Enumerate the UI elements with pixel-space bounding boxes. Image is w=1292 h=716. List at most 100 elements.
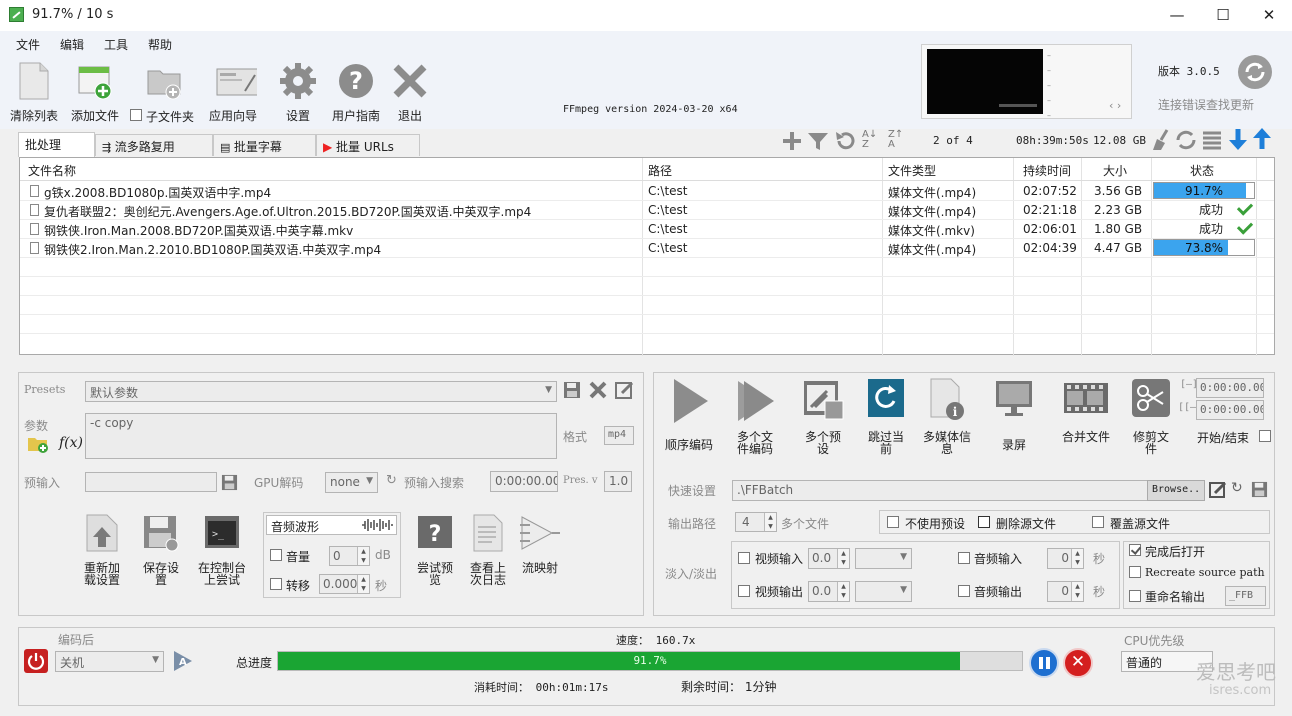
row1-name[interactable]: 复仇者联盟2：奥创纪元.Avengers.Age.of.Ultron.2015.…	[44, 203, 639, 220]
multi-count-spinner[interactable]: 4 ▲ ▼	[735, 512, 777, 532]
format-input[interactable]: mp4	[604, 426, 634, 445]
reload-settings-button[interactable]: 重新加载设置	[80, 513, 124, 586]
reload-search-icon[interactable]: ↻	[386, 473, 397, 488]
tab-urls[interactable]: ▶ 批量 URLs	[316, 134, 420, 156]
header-status[interactable]: 状态	[1190, 162, 1214, 179]
volume-checkbox[interactable]	[270, 549, 282, 561]
subfolder-checkbox[interactable]	[130, 109, 142, 121]
header-size[interactable]: 大小	[1103, 162, 1127, 179]
add-folder-param-icon[interactable]	[27, 435, 49, 453]
sort-az-icon[interactable]: A↓ Z	[862, 130, 877, 150]
preinput-field[interactable]	[85, 472, 217, 492]
presets-dropdown[interactable]: 默认参数 ▼	[85, 381, 557, 402]
undo-icon[interactable]	[833, 130, 857, 152]
refresh-icon[interactable]	[1174, 128, 1198, 152]
trim-file-button[interactable]: 修剪文件	[1129, 377, 1173, 455]
power-icon[interactable]	[24, 649, 48, 673]
video-out-checkbox[interactable]	[738, 585, 750, 597]
delete-preset-icon[interactable]	[589, 381, 607, 399]
preview-nav[interactable]: ‹ ›	[1109, 99, 1121, 112]
stream-map-button[interactable]: 流映射	[518, 513, 562, 574]
multi-encode-button[interactable]: 多个文件编码	[732, 377, 778, 455]
menu-file[interactable]: 文件	[16, 36, 40, 53]
save-preinput-icon[interactable]	[221, 474, 238, 491]
save-path-icon[interactable]	[1251, 481, 1268, 498]
multi-preset-button[interactable]: 多个预设	[800, 377, 846, 455]
move-up-icon[interactable]	[1251, 127, 1273, 151]
audio-in-checkbox[interactable]	[958, 552, 970, 564]
video-out-spinner[interactable]: 0.0 ▲ ▼	[808, 581, 850, 602]
media-info-button[interactable]: i 多媒体信息	[921, 377, 973, 455]
sequential-encode-button[interactable]: 顺序编码	[661, 377, 717, 451]
params-input[interactable]: -c copy	[85, 413, 557, 459]
output-dir-input[interactable]: .\FFBatch	[732, 480, 1148, 501]
audio-waveform-button[interactable]: 音频波形	[266, 515, 397, 535]
row0-name[interactable]: g铁x.2008.BD1080p.国英双语中字.mp4	[44, 184, 639, 201]
edit-path-icon[interactable]	[1209, 481, 1227, 499]
file-table[interactable]: 文件名称 路径 文件类型 持续时间 大小 状态 g铁x.2008.BD1080p…	[19, 157, 1275, 356]
last-log-button[interactable]: 查看上次日志	[467, 513, 509, 586]
rename-output-checkbox[interactable]	[1129, 590, 1141, 602]
header-type[interactable]: 文件类型	[888, 162, 936, 179]
edit-preset-icon[interactable]	[615, 380, 635, 400]
row2-name[interactable]: 钢铁侠.Iron.Man.2008.BD720P.国英双语.中英字幕.mkv	[44, 222, 639, 239]
audio-in-spinner[interactable]: 0 ▲ ▼	[1047, 548, 1084, 569]
maximize-button[interactable]: ☐	[1200, 0, 1246, 31]
delete-source-checkbox[interactable]	[978, 516, 990, 528]
audio-out-spinner[interactable]: 0 ▲ ▼	[1047, 581, 1084, 602]
close-button[interactable]: ✕	[1246, 0, 1292, 31]
rename-suffix-input[interactable]: _FFB	[1225, 586, 1266, 606]
auto-icon[interactable]: A	[170, 649, 194, 673]
trim-end-input[interactable]: 0:00:00.000	[1196, 400, 1264, 420]
pres-input[interactable]: 1.0	[604, 471, 632, 492]
save-preset-icon[interactable]	[563, 381, 581, 399]
header-path[interactable]: 路径	[648, 162, 672, 179]
stop-button[interactable]: ✕	[1063, 648, 1093, 678]
header-filename[interactable]: 文件名称	[28, 162, 76, 179]
video-in-spinner[interactable]: 0.0 ▲ ▼	[808, 548, 850, 569]
exit-button[interactable]: 退出	[378, 57, 442, 127]
skip-current-button[interactable]: 跳过当前	[864, 377, 908, 455]
video-in-mode-select[interactable]: ▼	[855, 548, 912, 569]
overwrite-source-checkbox[interactable]	[1092, 516, 1104, 528]
wizard-button[interactable]: 应用向导	[201, 57, 265, 127]
tab-batch[interactable]: 批处理	[18, 132, 95, 157]
no-preset-checkbox[interactable]	[887, 516, 899, 528]
list-icon[interactable]	[1200, 128, 1224, 152]
refresh-update-icon[interactable]	[1237, 54, 1273, 90]
move-down-icon[interactable]	[1227, 127, 1249, 151]
header-duration[interactable]: 持续时间	[1023, 162, 1071, 179]
try-preview-button[interactable]: ? 尝试预览	[414, 513, 456, 586]
video-in-checkbox[interactable]	[738, 552, 750, 564]
pause-button[interactable]	[1029, 648, 1059, 678]
audio-out-checkbox[interactable]	[958, 585, 970, 597]
menu-tools[interactable]: 工具	[104, 36, 128, 53]
preinput-time-input[interactable]: 0:00:00.000	[490, 471, 558, 492]
shift-spinner[interactable]: 0.000 ▲ ▼	[319, 574, 370, 594]
volume-spinner[interactable]: 0 ▲ ▼	[329, 546, 370, 566]
tab-mux[interactable]: ⇶ 流多路复用	[95, 134, 213, 156]
merge-files-button[interactable]: 合并文件	[1062, 377, 1110, 443]
console-try-button[interactable]: >_ 在控制台上尝试	[196, 513, 248, 586]
browse-button[interactable]: Browse..	[1147, 480, 1205, 501]
gpu-decode-select[interactable]: none ▼	[325, 472, 378, 493]
tab-subtitles[interactable]: ▤ 批量字幕	[213, 134, 316, 156]
broom-icon[interactable]	[1149, 128, 1173, 152]
sort-za-icon[interactable]: Z↑ A	[888, 130, 903, 150]
menu-help[interactable]: 帮助	[148, 36, 172, 53]
shift-checkbox[interactable]	[270, 578, 282, 590]
video-out-mode-select[interactable]: ▼	[855, 581, 912, 602]
function-icon[interactable]: f(x)	[59, 435, 83, 451]
open-after-checkbox[interactable]	[1129, 544, 1141, 556]
add-icon[interactable]	[780, 130, 804, 152]
after-encode-select[interactable]: 关机 ▼	[55, 651, 164, 672]
row3-name[interactable]: 钢铁侠2.Iron.Man.2.2010.BD1080P.国英双语.中英双字.m…	[44, 241, 639, 258]
reset-path-icon[interactable]: ↻	[1231, 480, 1243, 496]
trim-start-input[interactable]: 0:00:00.000	[1196, 378, 1264, 398]
save-settings-button[interactable]: 保存设置	[139, 513, 183, 586]
minimize-button[interactable]: —	[1154, 0, 1200, 31]
filter-icon[interactable]	[806, 130, 830, 152]
screen-record-button[interactable]: 录屏	[992, 377, 1036, 451]
add-file-button[interactable]: 添加文件	[63, 57, 127, 127]
recreate-path-checkbox[interactable]	[1129, 566, 1141, 578]
